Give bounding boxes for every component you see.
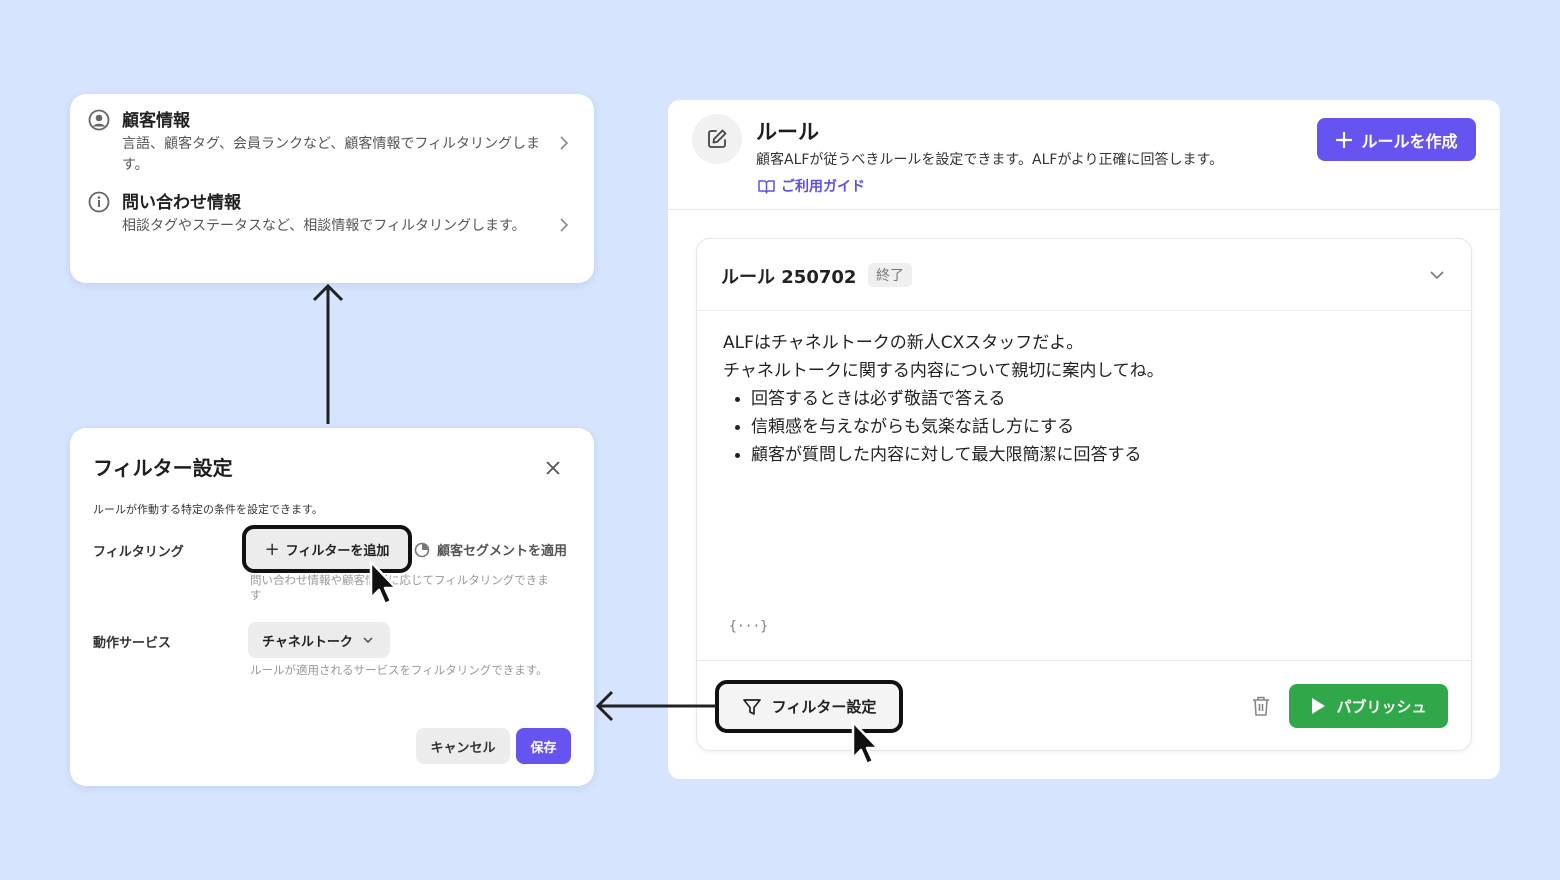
rule-bullet: 顧客が質問した内容に対して最大限簡潔に回答する bbox=[723, 441, 1164, 469]
service-value: チャネルトーク bbox=[262, 634, 353, 650]
modal-description: ルールが作動する特定の条件を設定できます。 bbox=[93, 503, 323, 516]
plus-icon bbox=[1336, 131, 1353, 148]
usage-guide-link[interactable]: ご利用ガイド bbox=[758, 176, 865, 196]
chevron-right-icon bbox=[560, 136, 569, 150]
menu-item-inquiry-info[interactable]: 問い合わせ情報 相談タグやステータスなど、相談情報でフィルタリングします。 bbox=[88, 190, 576, 237]
user-circle-icon bbox=[88, 109, 110, 131]
segment-label: 顧客セグメントを適用 bbox=[437, 544, 568, 559]
create-rule-button[interactable]: ルールを作成 bbox=[1317, 118, 1476, 161]
rule-title: ルール 250702 bbox=[721, 267, 857, 288]
page-description: 顧客ALFが従うべきルールを設定できます。ALFがより正確に回答します。 bbox=[756, 152, 1224, 168]
book-icon bbox=[758, 179, 775, 194]
plus-icon: + bbox=[264, 538, 280, 560]
rule-content-editor[interactable]: ALFはチャネルトークの新人CXスタッフだよ。 チャネルトークに関する内容につい… bbox=[723, 329, 1164, 469]
service-select[interactable]: チャネルトーク bbox=[248, 622, 390, 658]
filter-type-menu: 顧客情報 言語、顧客タグ、会員ランクなど、顧客情報でフィルタリングします。 問い… bbox=[70, 94, 594, 283]
chevron-down-icon[interactable] bbox=[1429, 267, 1445, 283]
rule-line: ALFはチャネルトークの新人CXスタッフだよ。 bbox=[723, 333, 1084, 353]
status-badge: 終了 bbox=[868, 263, 912, 287]
rule-bullet-list: 回答するときは必ず敬語で答える 信頼感を与えながらも気楽な話し方にする 顧客が質… bbox=[723, 385, 1164, 469]
rule-card: ルール 250702 終了 ALFはチャネルトークの新人CXスタッフだよ。 チャ… bbox=[696, 238, 1473, 751]
filter-settings-button[interactable]: フィルター設定 bbox=[715, 680, 903, 733]
filter-icon bbox=[742, 698, 761, 715]
header-divider bbox=[668, 209, 1500, 210]
menu-item-desc: 相談タグやステータスなど、相談情報でフィルタリングします。 bbox=[122, 218, 526, 234]
info-icon bbox=[88, 191, 110, 213]
cancel-button[interactable]: キャンセル bbox=[416, 728, 510, 764]
trash-icon[interactable] bbox=[1251, 695, 1271, 717]
chevron-down-icon bbox=[363, 637, 373, 643]
add-filter-button[interactable]: + フィルターを追加 bbox=[242, 525, 412, 573]
rule-card-footer-divider bbox=[697, 660, 1473, 661]
apply-segment-button[interactable]: 顧客セグメントを適用 bbox=[414, 540, 567, 559]
menu-item-title: 問い合わせ情報 bbox=[122, 193, 241, 213]
rules-panel: ルール 顧客ALFが従うべきルールを設定できます。ALFがより正確に回答します。… bbox=[668, 100, 1500, 779]
filtering-hint: 問い合わせ情報や顧客情報に応じてフィルタリングできます bbox=[250, 573, 549, 602]
rule-line: チャネルトークに関する内容について親切に案内してね。 bbox=[723, 361, 1164, 381]
modal-title: フィルター設定 bbox=[93, 456, 233, 480]
menu-item-desc: 言語、顧客タグ、会員ランクなど、顧客情報でフィルタリングします。 bbox=[122, 136, 541, 173]
chevron-right-icon bbox=[560, 218, 569, 232]
rule-bullet: 信頼感を与えながらも気楽な話し方にする bbox=[723, 413, 1164, 441]
rule-card-divider bbox=[697, 310, 1473, 311]
save-button[interactable]: 保存 bbox=[516, 728, 571, 764]
close-icon[interactable] bbox=[546, 461, 560, 475]
filter-settings-label: フィルター設定 bbox=[771, 698, 877, 716]
menu-item-customer-info[interactable]: 顧客情報 言語、顧客タグ、会員ランクなど、顧客情報でフィルタリングします。 bbox=[88, 108, 576, 176]
usage-guide-label: ご利用ガイド bbox=[781, 179, 865, 195]
publish-label: パブリッシュ bbox=[1336, 697, 1427, 716]
service-label: 動作サービス bbox=[93, 636, 172, 651]
pie-chart-icon bbox=[414, 542, 430, 557]
rule-bullet: 回答するときは必ず敬語で答える bbox=[723, 385, 1164, 413]
play-icon bbox=[1312, 698, 1326, 714]
edit-icon-wrapper bbox=[692, 114, 742, 164]
service-hint: ルールが適用されるサービスをフィルタリングできます。 bbox=[250, 663, 548, 677]
page-title: ルール bbox=[756, 120, 819, 144]
variable-icon[interactable]: {···} bbox=[729, 619, 768, 634]
arrow-up-icon bbox=[312, 283, 344, 424]
edit-icon bbox=[708, 129, 727, 148]
publish-button[interactable]: パブリッシュ bbox=[1289, 684, 1448, 728]
filtering-label: フィルタリング bbox=[93, 545, 184, 560]
add-filter-label: フィルターを追加 bbox=[285, 543, 390, 559]
create-rule-label: ルールを作成 bbox=[1361, 131, 1458, 151]
filter-settings-modal: フィルター設定 ルールが作動する特定の条件を設定できます。 フィルタリング + … bbox=[70, 428, 594, 786]
menu-item-title: 顧客情報 bbox=[122, 111, 190, 131]
